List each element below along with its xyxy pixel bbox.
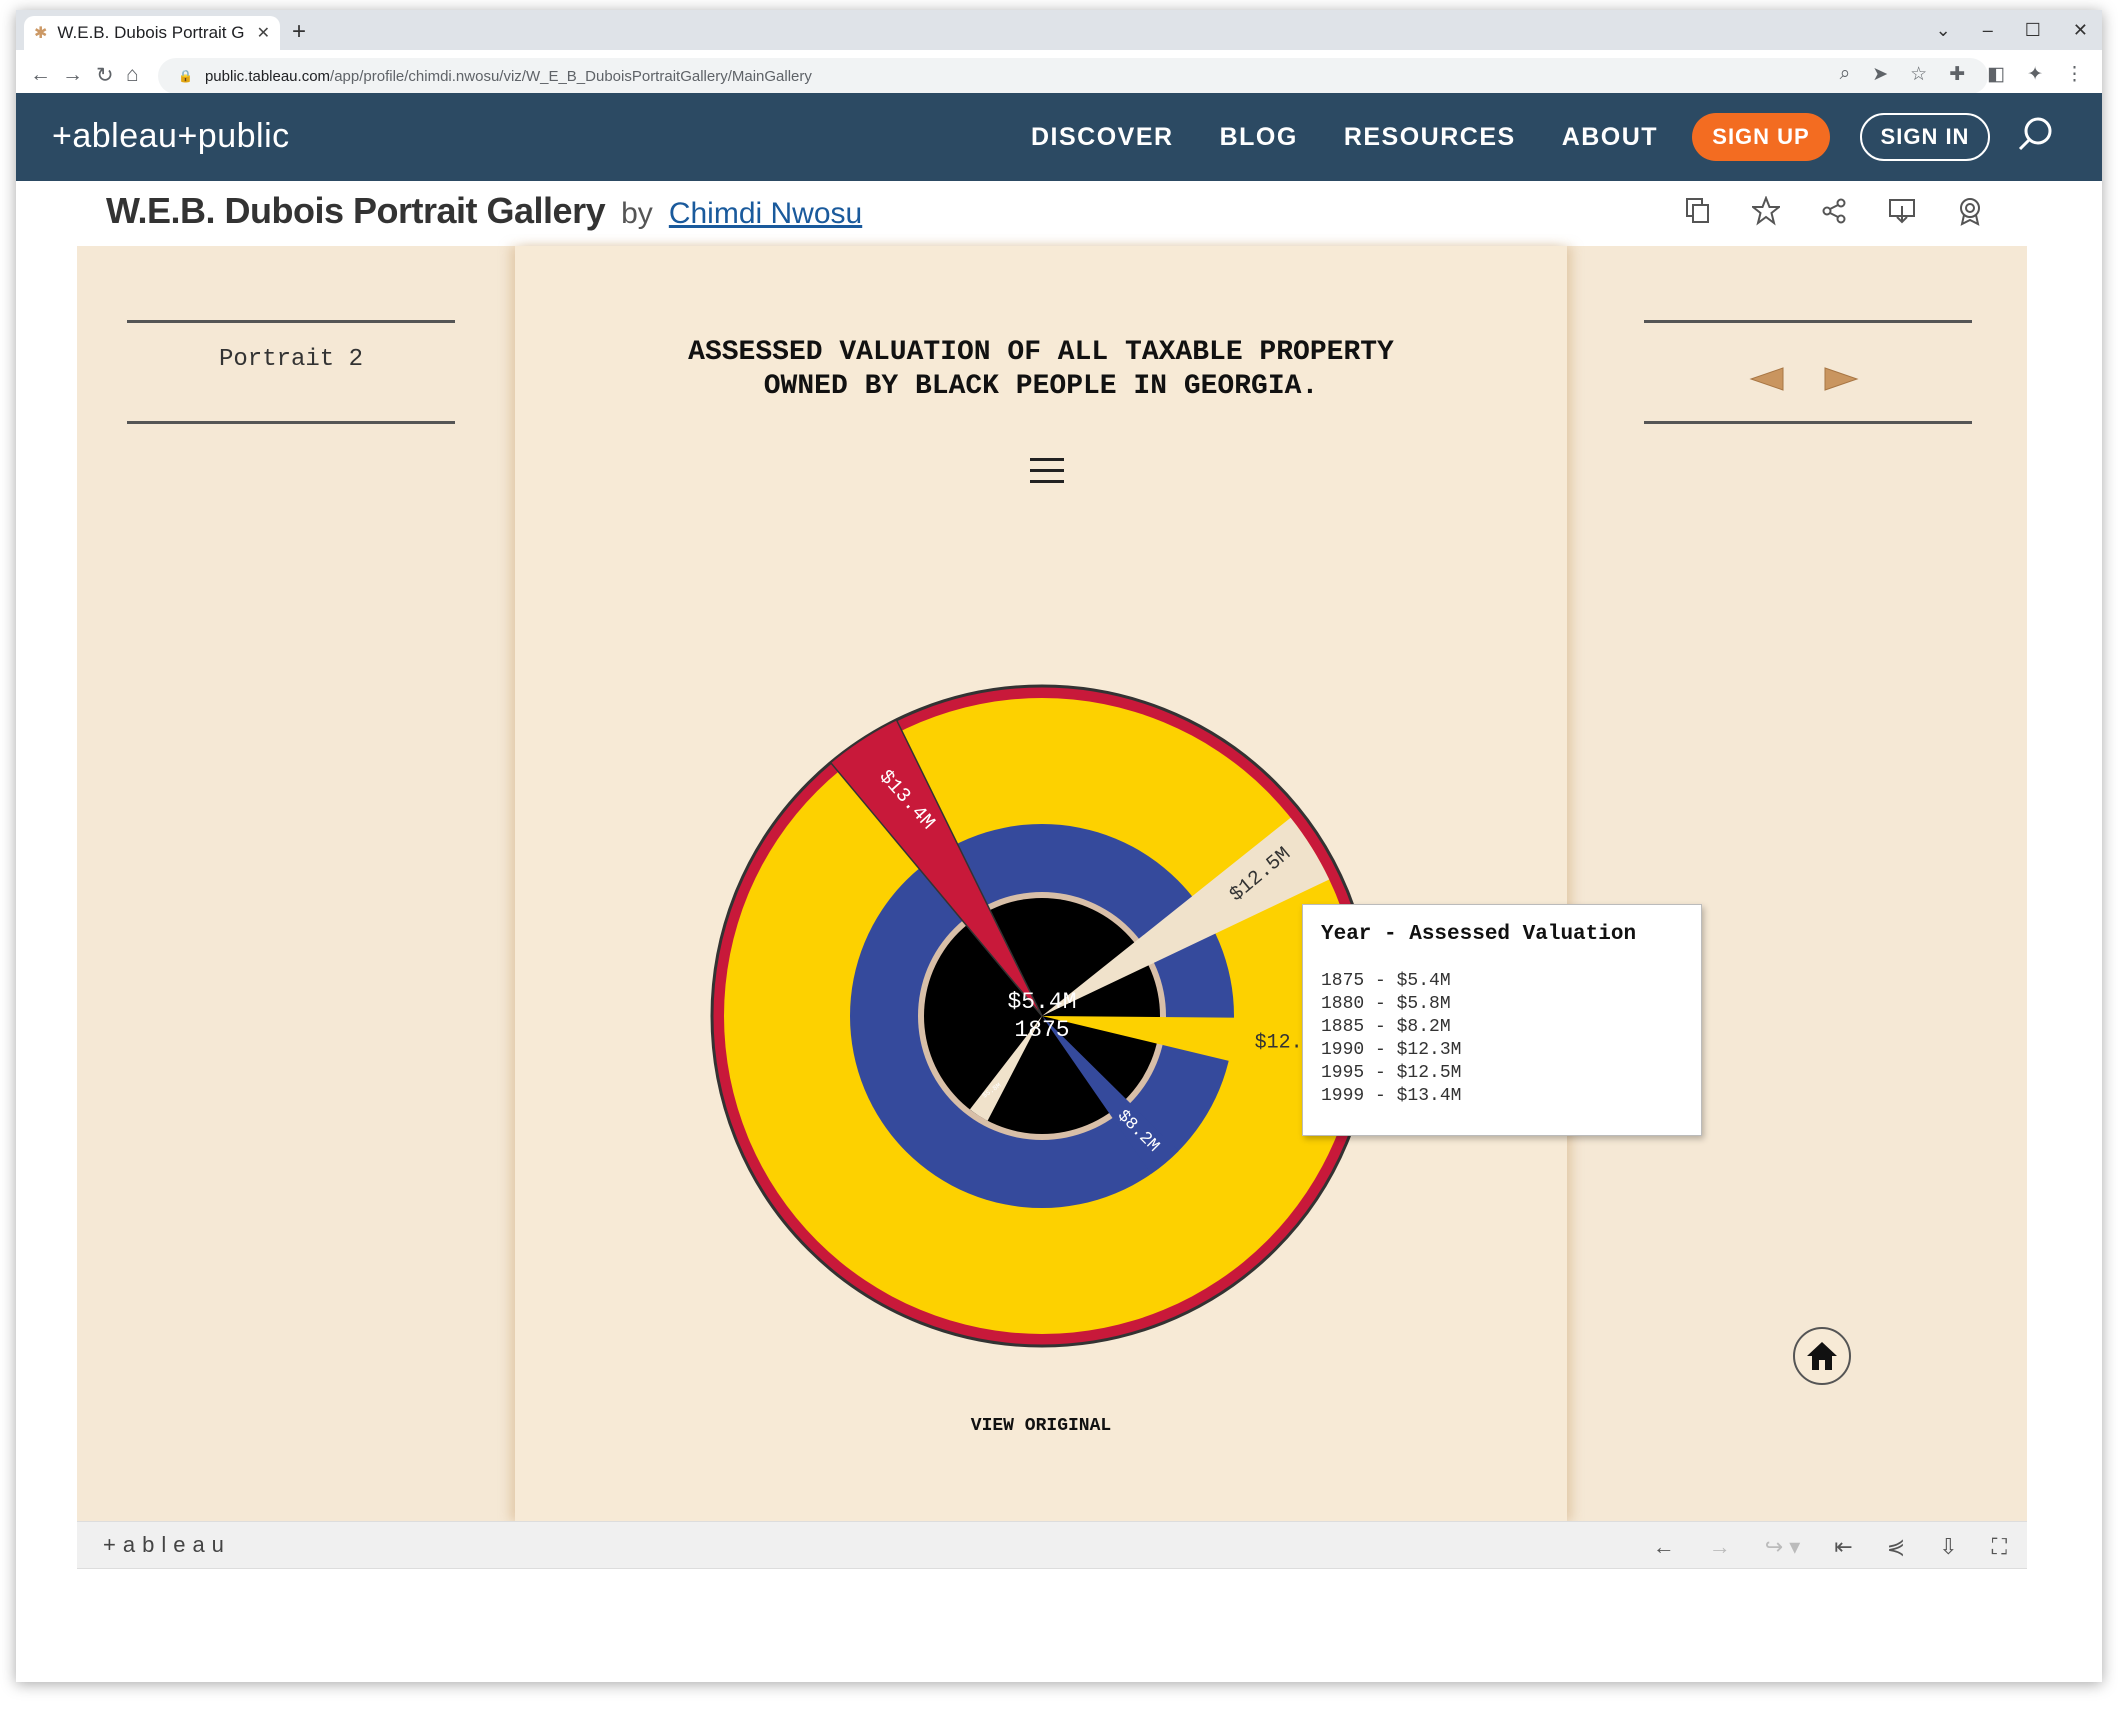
share-icon[interactable]	[1820, 196, 1848, 226]
tooltip-row: 1875 - $5.4M	[1321, 971, 1451, 991]
radial-valuation-chart[interactable]: $5.8M$8.2M$12.3M$12.5M$13.4M$5.4M1875	[672, 646, 1412, 1386]
nav-resources[interactable]: RESOURCES	[1344, 123, 1516, 152]
viz-title: W.E.B. Dubois Portrait Gallery	[106, 190, 606, 231]
extensions-icon[interactable]: ✚	[1949, 63, 1965, 86]
fullscreen-icon[interactable]: ⛶	[1992, 1534, 2007, 1560]
tooltip-row: 1880 - $5.8M	[1321, 994, 1451, 1014]
copy-icon[interactable]	[1684, 196, 1712, 226]
tableau-favicon-icon: ✱	[34, 25, 48, 42]
tableau-toolbar-icons: ← → ↪ ▾ ⇤ ⋞ ⇩ ⛶	[1653, 1534, 2007, 1560]
viz-title-line: W.E.B. Dubois Portrait Gallery by Chimdi…	[106, 190, 862, 232]
sign-up-button[interactable]: SIGN UP	[1692, 113, 1830, 161]
browser-window: ✱ W.E.B. Dubois Portrait G ✕ + ⌄ – ☐ ✕ ←…	[16, 10, 2102, 1682]
tab-search-icon[interactable]: ⌄	[1936, 20, 1951, 41]
sidebar-icon[interactable]: ◧	[1987, 63, 2005, 86]
previous-arrow-icon[interactable]	[1749, 364, 1785, 394]
toolbar-icons: ⌕ ➤ ☆ ✚ ◧ ✦ ⋮	[1840, 63, 2084, 86]
menu-dots-icon[interactable]: ⋮	[2065, 63, 2084, 86]
right-bottom-rule	[1644, 421, 1972, 424]
minimize-icon[interactable]: –	[1983, 20, 1993, 41]
by-label: by	[621, 197, 653, 230]
hamburger-menu-icon[interactable]	[1030, 458, 1064, 491]
tooltip-header: Year - Assessed Valuation	[1321, 923, 1637, 946]
author-link[interactable]: Chimdi Nwosu	[669, 197, 862, 230]
reset-icon[interactable]: ⇤	[1834, 1534, 1852, 1560]
center-value-label: $5.4M	[1007, 989, 1076, 1015]
redo-icon: →	[1708, 1534, 1731, 1559]
chart-tooltip: Year - Assessed Valuation 1875 - $5.4M 1…	[1302, 904, 1702, 1136]
viz-actions	[1684, 196, 1984, 226]
url-path: /app/profile/chimdi.nwosu/viz/W_E_B_Dubo…	[330, 67, 812, 85]
next-arrow-icon[interactable]	[1823, 364, 1859, 394]
close-tab-icon[interactable]: ✕	[257, 23, 270, 43]
window-controls: ⌄ – ☐ ✕	[1936, 20, 2088, 41]
tooltip-row: 1990 - $12.3M	[1321, 1040, 1462, 1060]
main-nav: DISCOVER BLOG RESOURCES ABOUT	[1031, 123, 1658, 152]
zoom-icon[interactable]: ⌕	[1840, 63, 1851, 86]
favorite-star-icon[interactable]	[1752, 196, 1780, 226]
lock-icon: 🔒	[178, 69, 193, 83]
tableau-public-logo[interactable]: +ableau+public	[52, 117, 290, 156]
badge-icon[interactable]	[1956, 196, 1984, 226]
tooltip-row: 1885 - $8.2M	[1321, 1017, 1451, 1037]
tooltip-row: 1995 - $12.5M	[1321, 1063, 1462, 1083]
tab-title: W.E.B. Dubois Portrait G	[57, 23, 245, 42]
portrait-label: Portrait 2	[218, 346, 364, 373]
download-icon[interactable]	[1888, 196, 1916, 226]
toolbar-share-icon[interactable]: ⋞	[1887, 1534, 1905, 1560]
tooltip-row: 1999 - $13.4M	[1321, 1086, 1462, 1106]
browser-tab[interactable]: ✱ W.E.B. Dubois Portrait G ✕	[24, 16, 280, 50]
view-original-button[interactable]: VIEW ORIGINAL	[515, 1416, 1567, 1436]
url-host: public.tableau.com	[204, 67, 331, 85]
undo-icon[interactable]: ←	[1653, 1534, 1675, 1560]
tableau-toolbar: +ableau ← → ↪ ▾ ⇤ ⋞ ⇩ ⛶	[77, 1521, 2027, 1569]
address-bar[interactable]: 🔒 public.tableau.com /app/profile/chimdi…	[158, 58, 1988, 94]
nav-discover[interactable]: DISCOVER	[1031, 123, 1174, 152]
forward-icon[interactable]: →	[62, 63, 83, 87]
bookmark-star-icon[interactable]: ☆	[1910, 63, 1927, 86]
profile-icon[interactable]: ✦	[2027, 63, 2043, 86]
left-top-rule	[127, 320, 455, 323]
nav-about[interactable]: ABOUT	[1562, 123, 1658, 152]
portrait-nav-arrows	[1749, 364, 1859, 394]
nav-blog[interactable]: BLOG	[1220, 123, 1298, 152]
tableau-footer-logo[interactable]: +ableau	[103, 1532, 231, 1558]
site-header: +ableau+public DISCOVER BLOG RESOURCES A…	[16, 93, 2102, 181]
maximize-icon[interactable]: ☐	[2025, 20, 2041, 41]
back-icon[interactable]: ←	[30, 63, 51, 87]
toolbar-download-icon[interactable]: ⇩	[1939, 1534, 1957, 1560]
left-bottom-rule	[127, 421, 455, 424]
search-icon[interactable]	[2016, 115, 2056, 160]
home-nav-icon[interactable]: ⌂	[126, 63, 139, 87]
close-window-icon[interactable]: ✕	[2073, 20, 2088, 41]
send-icon[interactable]: ➤	[1872, 63, 1888, 86]
revert-icon: ↪ ▾	[1764, 1534, 1801, 1559]
new-tab-icon[interactable]: +	[292, 18, 306, 46]
home-icon	[1807, 1342, 1837, 1370]
tab-strip: ✱ W.E.B. Dubois Portrait G ✕ + ⌄ – ☐ ✕	[16, 10, 2102, 50]
reload-icon[interactable]: ↻	[96, 63, 114, 88]
center-year-label: 1875	[1014, 1017, 1069, 1043]
home-button[interactable]	[1793, 1327, 1851, 1385]
sign-in-button[interactable]: SIGN IN	[1860, 113, 1990, 161]
right-top-rule	[1644, 320, 1972, 323]
chart-title: ASSESSED VALUATION OF ALL TAXABLE PROPER…	[688, 337, 1394, 402]
